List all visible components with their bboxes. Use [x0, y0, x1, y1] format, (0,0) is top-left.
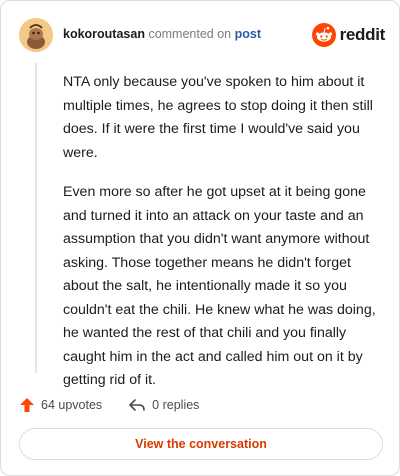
snoo-avatar-icon [19, 18, 53, 52]
upvote-stat[interactable]: 64 upvotes [19, 397, 102, 413]
comment-paragraph: Even more so after he got upset at it be… [63, 184, 376, 388]
reddit-logo[interactable]: reddit [311, 22, 386, 48]
comment-footer: 64 upvotes 0 replies [19, 393, 225, 417]
post-link[interactable]: post [235, 27, 261, 41]
comment-meta: kokoroutasan commented on post [63, 27, 261, 41]
reddit-wordmark: reddit [339, 25, 386, 44]
reply-count: 0 replies [152, 398, 200, 412]
user-avatar[interactable] [19, 18, 53, 52]
reply-arrow-icon [129, 399, 145, 411]
comment-body: NTA only because you've spoken to him ab… [63, 71, 381, 409]
comment-header: kokoroutasan commented on post reddit [19, 18, 385, 52]
comment-paragraph: NTA only because you've spoken to him ab… [63, 74, 373, 161]
thread-line [35, 63, 37, 373]
action-text: commented on [144, 27, 235, 41]
comment-card: kokoroutasan commented on post reddit NT… [0, 0, 400, 476]
username-link[interactable]: kokoroutasan [63, 27, 145, 41]
view-conversation-button[interactable]: View the conversation [19, 428, 383, 460]
upvote-count: 64 upvotes [41, 398, 103, 412]
reddit-snoo-icon [311, 23, 336, 47]
reply-stat[interactable]: 0 replies [128, 397, 199, 413]
upvote-arrow-icon [20, 398, 34, 412]
